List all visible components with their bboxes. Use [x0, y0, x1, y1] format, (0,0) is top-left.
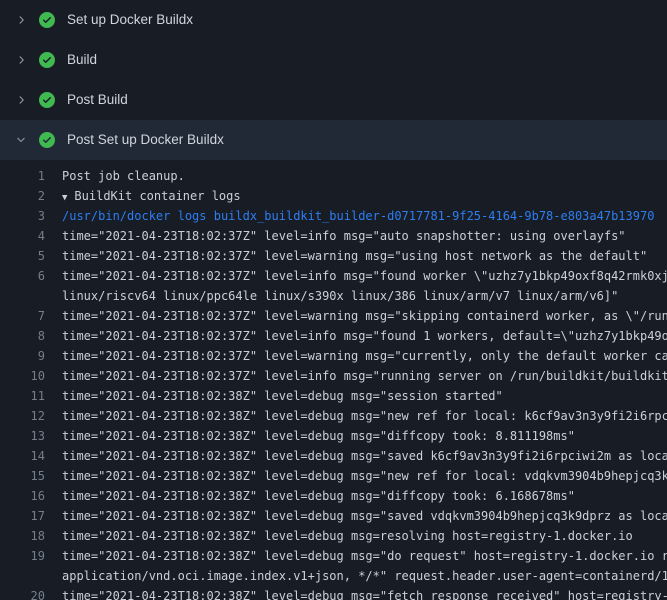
line-number[interactable]: 6: [0, 266, 45, 286]
line-number[interactable]: 15: [0, 466, 45, 486]
log-line-text: Post job cleanup.: [45, 166, 667, 186]
step-header-set-up-docker-buildx[interactable]: Set up Docker Buildx: [0, 0, 667, 40]
line-number[interactable]: 18: [0, 526, 45, 546]
check-circle-icon: [39, 52, 55, 68]
chevron-down-icon[interactable]: [14, 134, 28, 146]
log-line: 18time="2021-04-23T18:02:38Z" level=debu…: [0, 526, 667, 546]
log-line-text: time="2021-04-23T18:02:38Z" level=debug …: [45, 446, 667, 466]
log-line-text: time="2021-04-23T18:02:37Z" level=info m…: [45, 226, 667, 246]
line-number[interactable]: 3: [0, 206, 45, 226]
actions-log-viewer: Set up Docker Buildx Build Post Build Post …: [0, 0, 667, 600]
line-number[interactable]: 14: [0, 446, 45, 466]
check-circle-icon: [39, 92, 55, 108]
log-group-label: BuildKit container logs: [74, 189, 240, 203]
line-number[interactable]: 13: [0, 426, 45, 446]
line-number[interactable]: 4: [0, 226, 45, 246]
line-number[interactable]: 20: [0, 586, 45, 600]
log-line-text: time="2021-04-23T18:02:37Z" level=warnin…: [45, 346, 667, 366]
log-line: 7time="2021-04-23T18:02:37Z" level=warni…: [0, 306, 667, 326]
chevron-right-icon[interactable]: [14, 94, 28, 106]
log-group-toggle[interactable]: ▼ BuildKit container logs: [45, 186, 667, 206]
log-line: 3/usr/bin/docker logs buildx_buildkit_bu…: [0, 206, 667, 226]
log-line-text: time="2021-04-23T18:02:38Z" level=debug …: [45, 386, 667, 406]
log-line-text: time="2021-04-23T18:02:37Z" level=warnin…: [45, 306, 667, 326]
check-circle-icon: [39, 12, 55, 28]
log-area: 1Post job cleanup.2 ▼ BuildKit container l…: [0, 160, 667, 600]
line-number[interactable]: 16: [0, 486, 45, 506]
log-line-continuation: linux/riscv64 linux/ppc64le linux/s390x …: [0, 286, 667, 306]
log-line-text: linux/riscv64 linux/ppc64le linux/s390x …: [45, 286, 667, 306]
line-number[interactable]: 5: [0, 246, 45, 266]
log-line: 9time="2021-04-23T18:02:37Z" level=warni…: [0, 346, 667, 366]
line-number[interactable]: 19: [0, 546, 45, 566]
disclosure-triangle-icon: ▼: [62, 188, 67, 206]
log-line-text: time="2021-04-23T18:02:37Z" level=info m…: [45, 266, 667, 286]
log-line-text: time="2021-04-23T18:02:38Z" level=debug …: [45, 546, 667, 566]
chevron-right-icon[interactable]: [14, 14, 28, 26]
log-line-text: application/vnd.oci.image.index.v1+json,…: [45, 566, 667, 586]
log-line: 15time="2021-04-23T18:02:38Z" level=debu…: [0, 466, 667, 486]
log-line: 19time="2021-04-23T18:02:38Z" level=debu…: [0, 546, 667, 566]
line-number[interactable]: 7: [0, 306, 45, 326]
log-line-continuation: application/vnd.oci.image.index.v1+json,…: [0, 566, 667, 586]
log-line-text: time="2021-04-23T18:02:38Z" level=debug …: [45, 406, 667, 426]
log-line-text: /usr/bin/docker logs buildx_buildkit_bui…: [45, 206, 667, 226]
step-label: Set up Docker Buildx: [66, 13, 193, 27]
log-line: 16time="2021-04-23T18:02:38Z" level=debu…: [0, 486, 667, 506]
log-line: 8time="2021-04-23T18:02:37Z" level=info …: [0, 326, 667, 346]
log-line: 12time="2021-04-23T18:02:38Z" level=debu…: [0, 406, 667, 426]
log-line: 13time="2021-04-23T18:02:38Z" level=debu…: [0, 426, 667, 446]
check-circle-icon: [39, 132, 55, 148]
line-number[interactable]: 9: [0, 346, 45, 366]
log-group-row: 2 ▼ BuildKit container logs: [0, 186, 667, 206]
log-line-text: time="2021-04-23T18:02:37Z" level=info m…: [45, 366, 667, 386]
step-header-post-build[interactable]: Post Build: [0, 80, 667, 120]
log-line-text: time="2021-04-23T18:02:38Z" level=debug …: [45, 586, 667, 600]
line-number[interactable]: 11: [0, 386, 45, 406]
chevron-right-icon[interactable]: [14, 54, 28, 66]
log-line: 5time="2021-04-23T18:02:37Z" level=warni…: [0, 246, 667, 266]
log-line-text: time="2021-04-23T18:02:37Z" level=warnin…: [45, 246, 667, 266]
step-header-build[interactable]: Build: [0, 40, 667, 80]
log-line-text: time="2021-04-23T18:02:38Z" level=debug …: [45, 466, 667, 486]
log-line: 20time="2021-04-23T18:02:38Z" level=debu…: [0, 586, 667, 600]
line-number[interactable]: 8: [0, 326, 45, 346]
log-line: 14time="2021-04-23T18:02:38Z" level=debu…: [0, 446, 667, 466]
line-number[interactable]: 10: [0, 366, 45, 386]
step-label: Build: [66, 53, 97, 67]
line-number[interactable]: 2: [0, 186, 45, 206]
log-line-text: time="2021-04-23T18:02:38Z" level=debug …: [45, 526, 667, 546]
line-number[interactable]: 1: [0, 166, 45, 186]
log-line-text: time="2021-04-23T18:02:38Z" level=debug …: [45, 426, 667, 446]
log-line: 6time="2021-04-23T18:02:37Z" level=info …: [0, 266, 667, 286]
log-line-text: time="2021-04-23T18:02:38Z" level=debug …: [45, 506, 667, 526]
log-line: 1Post job cleanup.: [0, 166, 667, 186]
step-header-post-set-up-docker-buildx[interactable]: Post Set up Docker Buildx: [0, 120, 667, 160]
line-number[interactable]: 17: [0, 506, 45, 526]
line-number[interactable]: [0, 286, 45, 306]
step-list: Set up Docker Buildx Build Post Build Post …: [0, 0, 667, 160]
log-line: 10time="2021-04-23T18:02:37Z" level=info…: [0, 366, 667, 386]
step-label: Post Set up Docker Buildx: [66, 133, 224, 147]
log-line-text: time="2021-04-23T18:02:37Z" level=info m…: [45, 326, 667, 346]
log-line: 4time="2021-04-23T18:02:37Z" level=info …: [0, 226, 667, 246]
log-line: 11time="2021-04-23T18:02:38Z" level=debu…: [0, 386, 667, 406]
step-label: Post Build: [66, 93, 128, 107]
line-number[interactable]: 12: [0, 406, 45, 426]
log-line-text: time="2021-04-23T18:02:38Z" level=debug …: [45, 486, 667, 506]
line-number[interactable]: [0, 566, 45, 586]
log-line: 17time="2021-04-23T18:02:38Z" level=debu…: [0, 506, 667, 526]
